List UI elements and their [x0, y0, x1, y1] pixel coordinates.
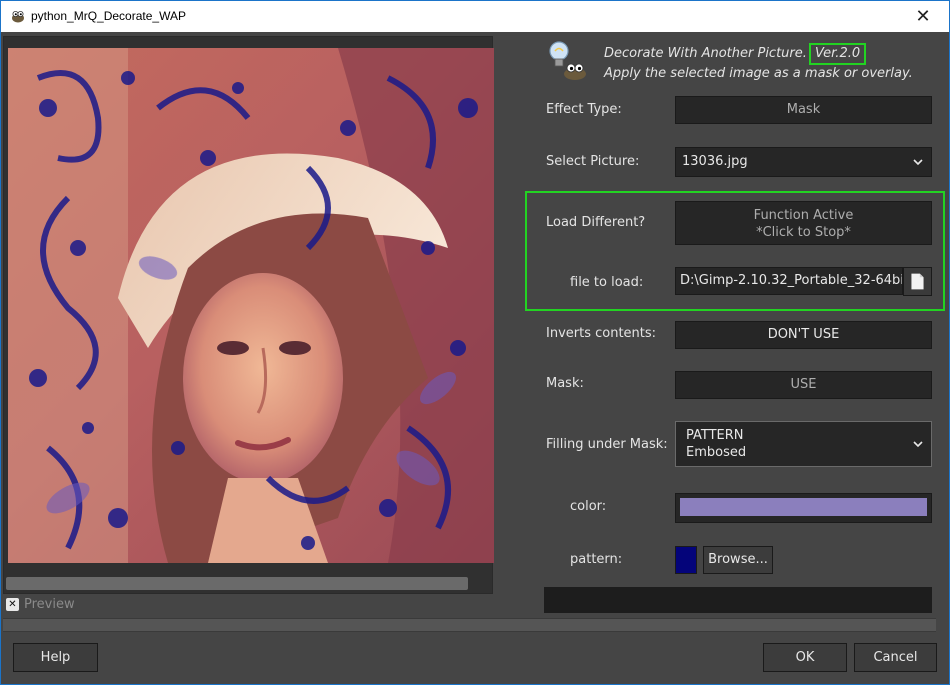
- chevron-down-icon: [913, 441, 923, 448]
- file-path-input[interactable]: D:\Gimp-2.10.32_Portable_32-64bit: [675, 267, 903, 295]
- effect-type-label: Effect Type:: [546, 102, 622, 117]
- horizontal-scrollbar[interactable]: [6, 577, 468, 590]
- separator: [3, 618, 936, 632]
- load-different-button[interactable]: Function Active *Click to Stop*: [675, 201, 932, 245]
- select-picture-value: 13036.jpg: [682, 154, 748, 169]
- ok-button[interactable]: OK: [763, 643, 847, 672]
- select-picture-dropdown[interactable]: 13036.jpg: [675, 147, 932, 177]
- gimp-icon: [12, 11, 24, 23]
- pattern-swatch[interactable]: [675, 546, 697, 574]
- preview-image: [8, 48, 494, 563]
- description-line-1: Decorate With Another Picture.: [604, 46, 807, 61]
- preview-pane[interactable]: [3, 36, 494, 594]
- browse-button[interactable]: Browse...: [703, 546, 773, 574]
- preview-label: Preview: [24, 597, 75, 612]
- file-to-load-label: file to load:: [570, 275, 644, 290]
- chevron-down-icon: [913, 159, 923, 166]
- description-line-2: Apply the selected image as a mask or ov…: [604, 66, 913, 81]
- dialog-window: python_MrQ_Decorate_WAP ✕ ✕ Preview Deco…: [0, 0, 950, 685]
- load-different-hint: *Click to Stop*: [756, 225, 851, 240]
- pattern-label: pattern:: [570, 552, 623, 567]
- document-icon: [911, 273, 924, 290]
- status-bar: [544, 587, 932, 613]
- description: Decorate With Another Picture. Ver.2.0 A…: [604, 43, 913, 83]
- cancel-button[interactable]: Cancel: [854, 643, 937, 672]
- load-different-status: Function Active: [753, 208, 854, 223]
- title-bar[interactable]: python_MrQ_Decorate_WAP ✕: [1, 1, 949, 32]
- color-picker-button[interactable]: [675, 493, 932, 523]
- preview-checkbox[interactable]: ✕: [6, 598, 19, 611]
- filling-type-value: PATTERN: [686, 428, 744, 443]
- lightbulb-icon: [549, 41, 586, 80]
- filling-subtype-value: Embosed: [686, 445, 747, 460]
- load-different-label: Load Different?: [546, 215, 646, 230]
- preview-picture: [8, 48, 494, 563]
- filling-under-mask-dropdown[interactable]: PATTERN Embosed: [675, 421, 932, 467]
- version-badge: Ver.2.0: [809, 43, 867, 65]
- file-browse-button[interactable]: [903, 267, 932, 296]
- inverts-contents-label: Inverts contents:: [546, 326, 657, 341]
- color-swatch: [680, 498, 927, 516]
- filling-under-mask-label: Filling under Mask:: [546, 437, 668, 452]
- help-button[interactable]: Help: [13, 643, 98, 672]
- select-picture-label: Select Picture:: [546, 154, 640, 169]
- effect-type-button[interactable]: Mask: [675, 96, 932, 124]
- mask-button[interactable]: USE: [675, 371, 932, 399]
- close-button[interactable]: ✕: [903, 1, 943, 32]
- mask-label: Mask:: [546, 376, 584, 391]
- color-label: color:: [570, 499, 607, 514]
- window-title: python_MrQ_Decorate_WAP: [31, 9, 186, 23]
- inverts-contents-button[interactable]: DON'T USE: [675, 321, 932, 349]
